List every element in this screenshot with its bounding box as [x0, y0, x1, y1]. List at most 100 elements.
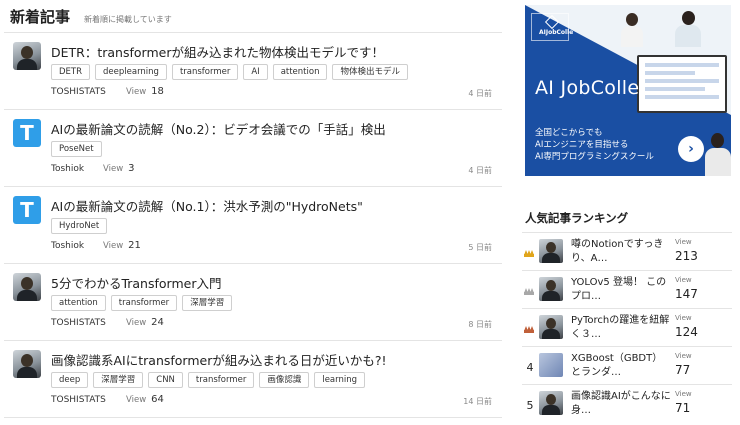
tag[interactable]: deep [51, 372, 89, 388]
article-title[interactable]: AIの最新論文の読解（No.1）：洪水予測の"HydroNets" [51, 196, 363, 215]
ad-headline: AI JobColle [535, 77, 640, 99]
ranking-thumbnail[interactable] [539, 391, 563, 415]
ranking-item-title[interactable]: YOLOv5 登場！ このプロ… [571, 276, 671, 304]
tag[interactable]: HydroNet [51, 218, 108, 234]
ranking-item-title[interactable]: PyTorchの躍進を紐解く３… [571, 314, 671, 342]
ad-person-image [675, 11, 701, 47]
section-header: 新着記事 新着順に掲載しています [10, 6, 172, 28]
tag-list: DETR deeplearning transformer AI attenti… [51, 64, 408, 80]
view-count: 3 [128, 163, 135, 174]
ranking-item[interactable]: 4 XGBoost（GBDT）とランダ… View 77 [522, 346, 732, 384]
posted-ago: 14 日前 [463, 397, 492, 406]
ranking-thumbnail[interactable] [539, 353, 563, 377]
author-name[interactable]: Toshiok [51, 164, 103, 174]
view-label: View [675, 238, 692, 246]
posted-ago: 5 日前 [468, 243, 492, 252]
tag[interactable]: CNN [148, 372, 183, 388]
ad-copy: 全国どこからでも AIエンジニアを目指せる AI専門プログラミングスクール [535, 128, 654, 162]
tag[interactable]: transformer [110, 295, 178, 311]
view-label: View [126, 318, 147, 328]
tag-list: HydroNet [51, 218, 108, 234]
ranking-list: 噂のNotionですっきり、A… View 213 YOLOv5 登場！ このプ… [522, 232, 732, 422]
author-name[interactable]: TOSHISTATS [51, 87, 126, 97]
author-avatar[interactable] [13, 350, 41, 378]
article-card[interactable]: 5分でわかるTransformer入門 attention transforme… [4, 263, 502, 340]
tag[interactable]: attention [272, 64, 328, 80]
ranking-item-title[interactable]: XGBoost（GBDT）とランダ… [571, 352, 671, 380]
section-subtitle: 新着順に掲載しています [84, 15, 172, 24]
ranking-item[interactable]: PyTorchの躍進を紐解く３… View 124 [522, 308, 732, 346]
article-title[interactable]: 画像認識系AIにtransformerが組み込まれる日が近いかも?! [51, 350, 387, 369]
view-label: View [126, 395, 147, 405]
tag[interactable]: transformer [171, 64, 239, 80]
tag[interactable]: PoseNet [51, 141, 102, 157]
ranking-thumbnail[interactable] [539, 239, 563, 263]
author-avatar[interactable]: T [13, 119, 41, 147]
tag[interactable]: learning [314, 372, 366, 388]
ad-banner[interactable]: AIJobColle AI JobColle 全国どこからでも AIエンジニアを… [525, 5, 731, 176]
article-card[interactable]: T AIの最新論文の読解（No.2）：ビデオ会議での「手話」検出 PoseNet… [4, 109, 502, 186]
article-card[interactable]: T AIの最新論文の読解（No.1）：洪水予測の"HydroNets" Hydr… [4, 186, 502, 263]
tag[interactable]: DETR [51, 64, 91, 80]
tag[interactable]: 画像認識 [259, 372, 310, 388]
author-name[interactable]: Toshiok [51, 241, 103, 251]
tag[interactable]: AI [243, 64, 268, 80]
author-name[interactable]: TOSHISTATS [51, 318, 126, 328]
chevron-right-icon[interactable]: › [678, 136, 704, 162]
ranking-title: 人気記事ランキング [525, 211, 629, 225]
ranking-thumbnail[interactable] [539, 277, 563, 301]
view-count: 24 [151, 317, 164, 328]
ranking-item[interactable]: 5 画像認識AIがこんなに身… View 71 [522, 384, 732, 422]
view-label: View [103, 241, 124, 251]
rank-number: 4 [526, 361, 534, 374]
article-title[interactable]: 5分でわかるTransformer入門 [51, 273, 221, 292]
view-count: 213 [675, 249, 698, 263]
article-card[interactable]: 画像認識系AIにtransformerが組み込まれる日が近いかも?! deep … [4, 340, 502, 417]
tag[interactable]: transformer [187, 372, 255, 388]
tag[interactable]: 深層学習 [182, 295, 233, 311]
tag[interactable]: 物体検出モデル [332, 64, 408, 80]
article-meta: Toshiok View 21 [51, 240, 141, 251]
author-avatar[interactable] [13, 42, 41, 70]
section-title: 新着記事 [10, 8, 71, 26]
view-label: View [675, 390, 692, 398]
article-meta: TOSHISTATS View 18 [51, 86, 164, 97]
ranking-item[interactable]: YOLOv5 登場！ このプロ… View 147 [522, 270, 732, 308]
posted-ago: 8 日前 [468, 320, 492, 329]
article-card-partial [4, 417, 502, 425]
tag-list: PoseNet [51, 141, 102, 157]
tag[interactable]: 深層学習 [93, 372, 144, 388]
author-avatar[interactable]: T [13, 196, 41, 224]
ranking-item[interactable]: 噂のNotionですっきり、A… View 213 [522, 232, 732, 270]
crown-icon [524, 288, 534, 295]
tag[interactable]: deeplearning [95, 64, 167, 80]
article-feed: DETR：transformerが組み込まれた物体検出モデルです！ DETR d… [4, 32, 502, 425]
view-count: 71 [675, 401, 691, 415]
ad-monitor-image [637, 55, 727, 113]
article-title[interactable]: AIの最新論文の読解（No.2）：ビデオ会議での「手話」検出 [51, 119, 386, 138]
view-count: 77 [675, 363, 691, 377]
author-name[interactable]: TOSHISTATS [51, 395, 126, 405]
tag-list: attention transformer 深層学習 [51, 295, 233, 311]
crown-icon [524, 326, 534, 333]
view-count: 64 [151, 394, 164, 405]
article-title[interactable]: DETR：transformerが組み込まれた物体検出モデルです！ [51, 42, 384, 61]
article-meta: TOSHISTATS View 24 [51, 317, 164, 328]
rank-number: 5 [526, 399, 534, 412]
view-label: View [675, 314, 692, 322]
view-label: View [103, 164, 124, 174]
ranking-item-title[interactable]: 画像認識AIがこんなに身… [571, 390, 671, 418]
view-label: View [675, 352, 692, 360]
article-card[interactable]: DETR：transformerが組み込まれた物体検出モデルです！ DETR d… [4, 32, 502, 109]
ranking-item-title[interactable]: 噂のNotionですっきり、A… [571, 238, 671, 266]
view-count: 21 [128, 240, 141, 251]
view-count: 18 [151, 86, 164, 97]
ranking-thumbnail[interactable] [539, 315, 563, 339]
tag-list: deep 深層学習 CNN transformer 画像認識 learning [51, 372, 366, 388]
view-label: View [126, 87, 147, 97]
posted-ago: 4 日前 [468, 89, 492, 98]
posted-ago: 4 日前 [468, 166, 492, 175]
author-avatar[interactable] [13, 273, 41, 301]
tag[interactable]: attention [51, 295, 106, 311]
article-meta: TOSHISTATS View 64 [51, 394, 164, 405]
